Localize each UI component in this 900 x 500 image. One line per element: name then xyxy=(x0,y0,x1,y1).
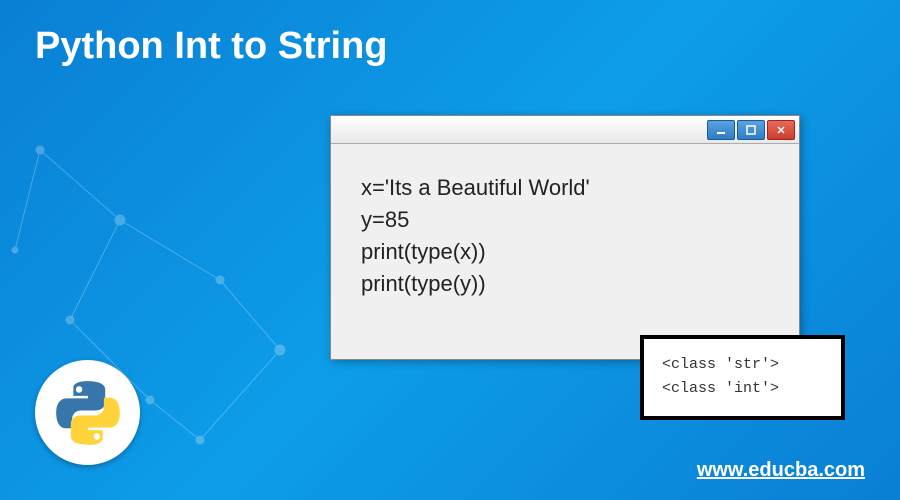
minimize-icon xyxy=(716,125,726,135)
code-line: print(type(y)) xyxy=(361,268,769,300)
code-window: x='Its a Beautiful World' y=85 print(typ… xyxy=(330,115,800,360)
output-line: <class 'str'> xyxy=(662,353,823,377)
minimize-button[interactable] xyxy=(707,120,735,140)
code-line: print(type(x)) xyxy=(361,236,769,268)
code-line: x='Its a Beautiful World' xyxy=(361,172,769,204)
output-box: <class 'str'> <class 'int'> xyxy=(640,335,845,420)
close-icon xyxy=(776,125,786,135)
output-line: <class 'int'> xyxy=(662,377,823,401)
maximize-button[interactable] xyxy=(737,120,765,140)
website-url: www.educba.com xyxy=(697,459,865,482)
code-content: x='Its a Beautiful World' y=85 print(typ… xyxy=(331,144,799,328)
window-titlebar xyxy=(331,116,799,144)
python-logo-icon xyxy=(53,378,123,448)
python-logo xyxy=(35,360,140,465)
maximize-icon xyxy=(746,125,756,135)
code-line: y=85 xyxy=(361,204,769,236)
page-title: Python Int to String xyxy=(35,25,388,68)
close-button[interactable] xyxy=(767,120,795,140)
